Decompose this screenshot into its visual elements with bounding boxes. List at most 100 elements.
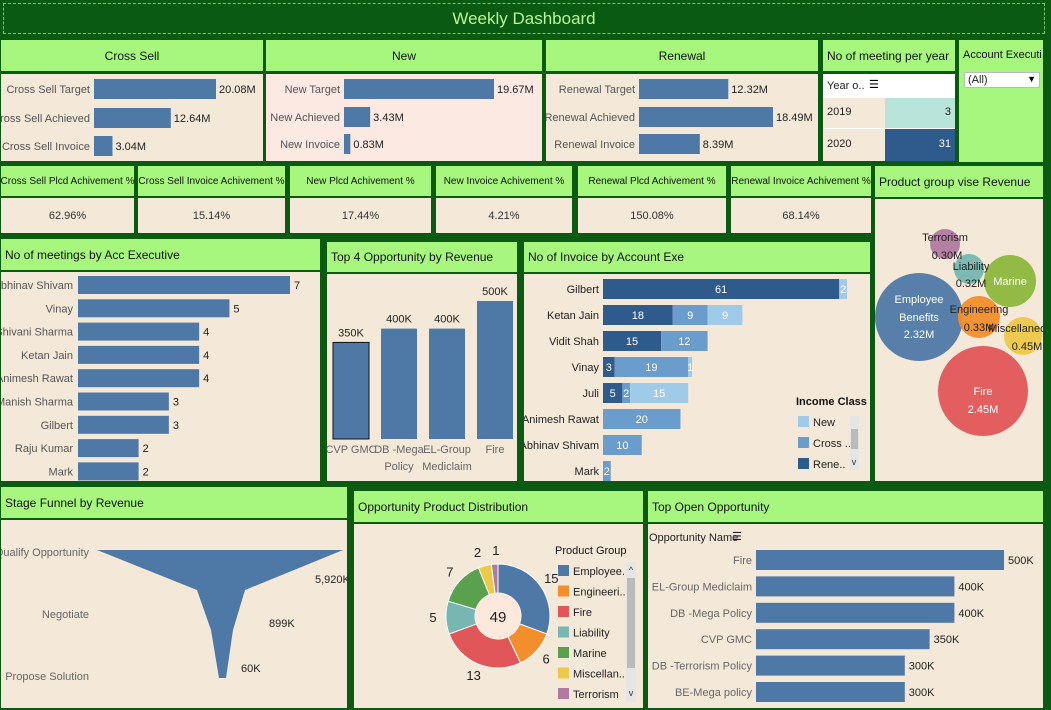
meetings-per-year-table: Year o.. ☰ 2019 3 2020 31 bbox=[823, 74, 955, 161]
segment-value-label: 5 bbox=[610, 388, 616, 400]
exec-name-label: Gilbert bbox=[567, 284, 599, 296]
product-revenue-bubble-chart: Terrorism0.30MLiability0.32M MarineEmploy… bbox=[875, 229, 1043, 436]
segment-value-label: 12 bbox=[678, 336, 690, 348]
bar-value-label: 18.49M bbox=[776, 112, 813, 124]
product-dist-donut-chart: 49 15 6 13 5 7 2 1 Product Group Employee.. Engine… bbox=[429, 543, 636, 702]
bar-label: Renewal Invoice bbox=[554, 139, 635, 151]
opportunity-name-label: EL-Group Mediclaim bbox=[652, 581, 752, 593]
segment-value-label: 15 bbox=[653, 388, 665, 400]
bar-value-label: 2 bbox=[143, 466, 149, 478]
table-cell-value: 3 bbox=[885, 98, 955, 128]
exec-name-label: Vinay bbox=[572, 362, 600, 374]
stage-label: Negotiate bbox=[42, 609, 89, 621]
kpi-value: 4.21% bbox=[436, 198, 572, 233]
bar-label: New Invoice bbox=[280, 139, 340, 151]
table-cell-value: 31 bbox=[885, 129, 955, 161]
bar-value-label: 3 bbox=[173, 397, 179, 409]
bar bbox=[94, 108, 171, 128]
bar-label: Renewal Target bbox=[559, 84, 635, 96]
chevron-down-icon: v bbox=[852, 457, 857, 467]
stage-label: Qualify Opportunity bbox=[1, 547, 89, 559]
renewal-panel: Renewal Target 12.32M Renewal Achieved 18.4… bbox=[546, 74, 818, 161]
bubble-label: Liability bbox=[953, 261, 990, 273]
bar bbox=[78, 345, 200, 364]
kpi-header: New Plcd Achivement % bbox=[290, 166, 431, 196]
bar bbox=[639, 107, 773, 127]
category-label: Fire bbox=[486, 444, 505, 456]
kpi-header: Renewal Invoice Achivement % bbox=[731, 166, 871, 196]
account-exec-dropdown[interactable]: (All) ▼ bbox=[964, 72, 1040, 88]
renewal-header: Renewal bbox=[546, 40, 818, 71]
chevron-down-icon: ▼ bbox=[1027, 74, 1036, 84]
stage-label: Propose Solution bbox=[5, 671, 89, 683]
bubble-label: 0.45M bbox=[1012, 341, 1043, 353]
bar bbox=[78, 462, 139, 481]
legend-swatch bbox=[558, 626, 569, 638]
bubble-label: Benefits bbox=[899, 312, 939, 324]
bar-value-label: 400K bbox=[958, 608, 984, 620]
legend-swatch bbox=[558, 688, 569, 699]
bar bbox=[332, 341, 370, 440]
kpi-value: 62.96% bbox=[1, 198, 134, 233]
meetings-per-year-header: No of meeting per year bbox=[823, 40, 955, 71]
slice-value-label: 15 bbox=[544, 571, 558, 586]
sort-icon[interactable]: ☰ bbox=[869, 78, 879, 91]
funnel-shape bbox=[97, 550, 343, 678]
bar bbox=[344, 107, 371, 127]
exec-name-label: Raju Kumar bbox=[15, 443, 73, 455]
legend-label: Miscellan.. bbox=[573, 669, 625, 681]
bar-value-label: 2 bbox=[143, 443, 149, 455]
segment-value-label: 2 bbox=[840, 284, 846, 296]
bar bbox=[639, 79, 729, 99]
stage-value-label: 899K bbox=[269, 618, 295, 630]
product-dist-panel: 49 15 6 13 5 7 2 1 Product Group Employee.. Engine… bbox=[354, 524, 643, 708]
legend-swatch bbox=[558, 647, 569, 658]
segment-value-label: 10 bbox=[616, 440, 628, 452]
col-header-label: Opportunity Name bbox=[649, 532, 738, 544]
invoice-by-exec-header: No of Invoice by Account Exe bbox=[524, 242, 870, 272]
opportunity-name-label: Fire bbox=[733, 555, 752, 567]
exec-name-label: Vidit Shah bbox=[549, 336, 599, 348]
exec-name-label: Mark bbox=[575, 466, 600, 478]
bar-value-label: 12.32M bbox=[731, 84, 768, 96]
category-label: Mediclaim bbox=[422, 461, 472, 473]
bar bbox=[639, 134, 700, 154]
product-revenue-panel: Terrorism 0.30M Liability 0.32M Marine Employ… bbox=[875, 199, 1043, 481]
kpi-header: Cross Sell Plcd Achivement % bbox=[1, 166, 134, 196]
segment-value-label: 19 bbox=[645, 362, 657, 374]
open-opp-chart: Opportunity Name☰ Fire 500K EL-Group Medicl… bbox=[649, 531, 1034, 702]
legend-swatch bbox=[798, 458, 809, 469]
legend-swatch bbox=[798, 416, 809, 427]
bar-value-label: 350K bbox=[338, 327, 364, 339]
bar-label: Cross Sell Target bbox=[6, 84, 90, 96]
category-label: EL-Group bbox=[423, 444, 471, 456]
legend-label: Engineeri.. bbox=[573, 587, 626, 599]
bar bbox=[78, 299, 230, 318]
bar bbox=[756, 550, 1004, 570]
segment-value-label: 1 bbox=[687, 362, 693, 374]
legend-label: Liability bbox=[573, 628, 610, 640]
exec-name-label: Ketan Jain bbox=[21, 350, 73, 362]
legend-swatch bbox=[558, 606, 569, 617]
bar bbox=[78, 392, 169, 411]
kpi-value: 68.14% bbox=[731, 198, 871, 233]
meetings-by-exec-header: No of meetings by Acc Executive bbox=[1, 239, 320, 270]
bubble-label: Marine bbox=[993, 276, 1027, 288]
bar bbox=[94, 136, 113, 156]
bar bbox=[429, 328, 465, 439]
year-cell: 2019 bbox=[827, 106, 852, 118]
year-col-header[interactable]: Year o.. ☰ bbox=[823, 74, 885, 99]
exec-name-label: Abhinav Shivam bbox=[524, 440, 599, 452]
bubble-label: 2.45M bbox=[968, 404, 999, 416]
legend-swatch bbox=[798, 437, 809, 448]
bar-value-label: 7 bbox=[294, 280, 300, 292]
bar bbox=[756, 602, 955, 623]
category-label: Policy bbox=[384, 461, 414, 473]
invoice-by-exec-panel: Gilbert 61 2 Ketan Jain 18 9 9 Vidit Shah 15 12 Vi… bbox=[524, 274, 870, 481]
legend-label: Cross .. bbox=[813, 438, 851, 450]
legend-label: Fire bbox=[573, 607, 592, 619]
exec-name-label: Abhinav Shivam bbox=[1, 280, 73, 292]
bar bbox=[344, 134, 351, 154]
title-bar: Weekly Dashboard bbox=[3, 3, 1045, 34]
bar bbox=[477, 301, 513, 439]
